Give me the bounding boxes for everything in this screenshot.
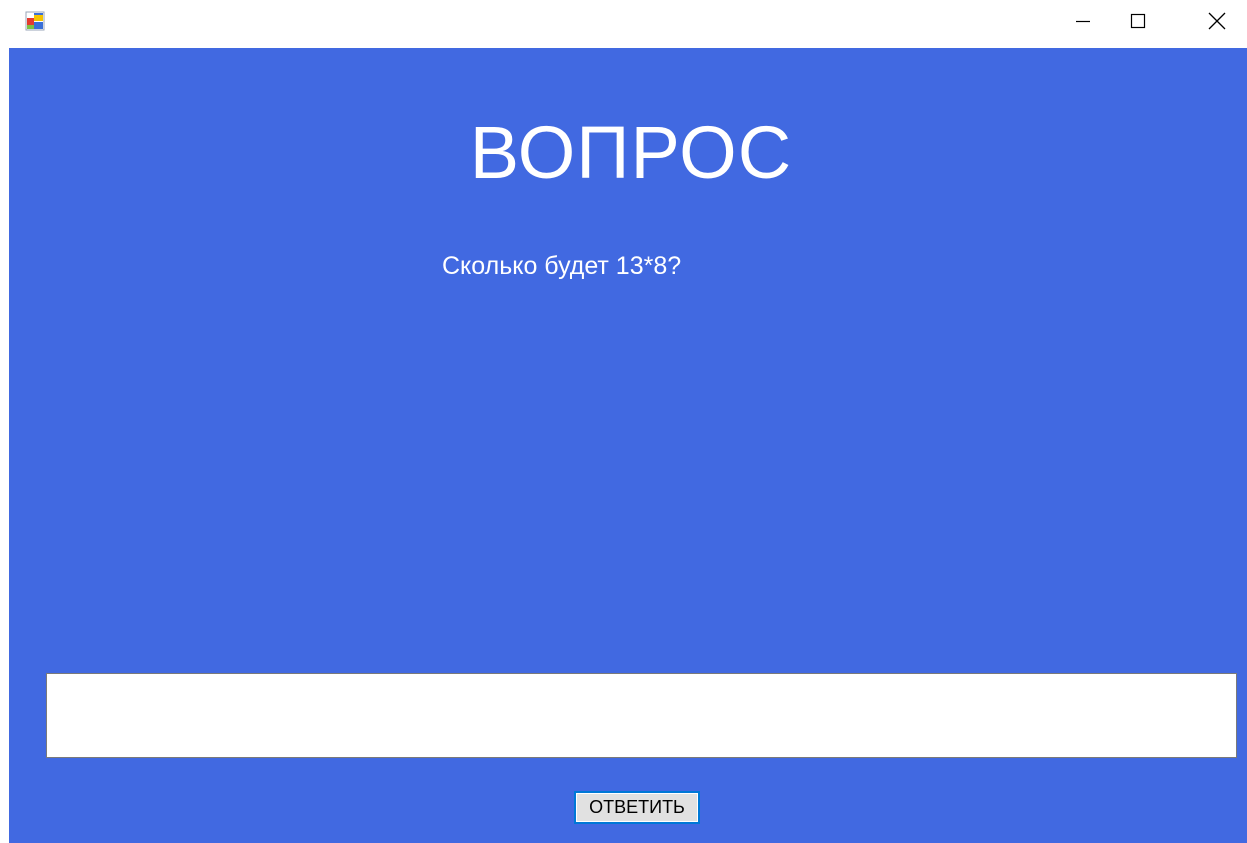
page-title: ВОПРОС <box>469 111 793 194</box>
answer-input[interactable] <box>46 673 1237 758</box>
close-icon <box>1208 12 1226 30</box>
answer-button[interactable]: ОТВЕТИТЬ <box>574 791 700 824</box>
question-text: Сколько будет 13*8? <box>442 252 682 280</box>
minimize-button[interactable] <box>1060 0 1106 42</box>
app-window: ВОПРОС Сколько будет 13*8? ОТВЕТИТЬ <box>0 0 1247 843</box>
close-button[interactable] <box>1194 0 1240 42</box>
minimize-icon <box>1075 13 1091 29</box>
title-bar[interactable] <box>0 0 1247 48</box>
app-form-icon <box>25 11 45 31</box>
maximize-button[interactable] <box>1115 0 1161 42</box>
form-client-area: ВОПРОС Сколько будет 13*8? ОТВЕТИТЬ <box>9 48 1247 843</box>
maximize-icon <box>1130 13 1146 29</box>
